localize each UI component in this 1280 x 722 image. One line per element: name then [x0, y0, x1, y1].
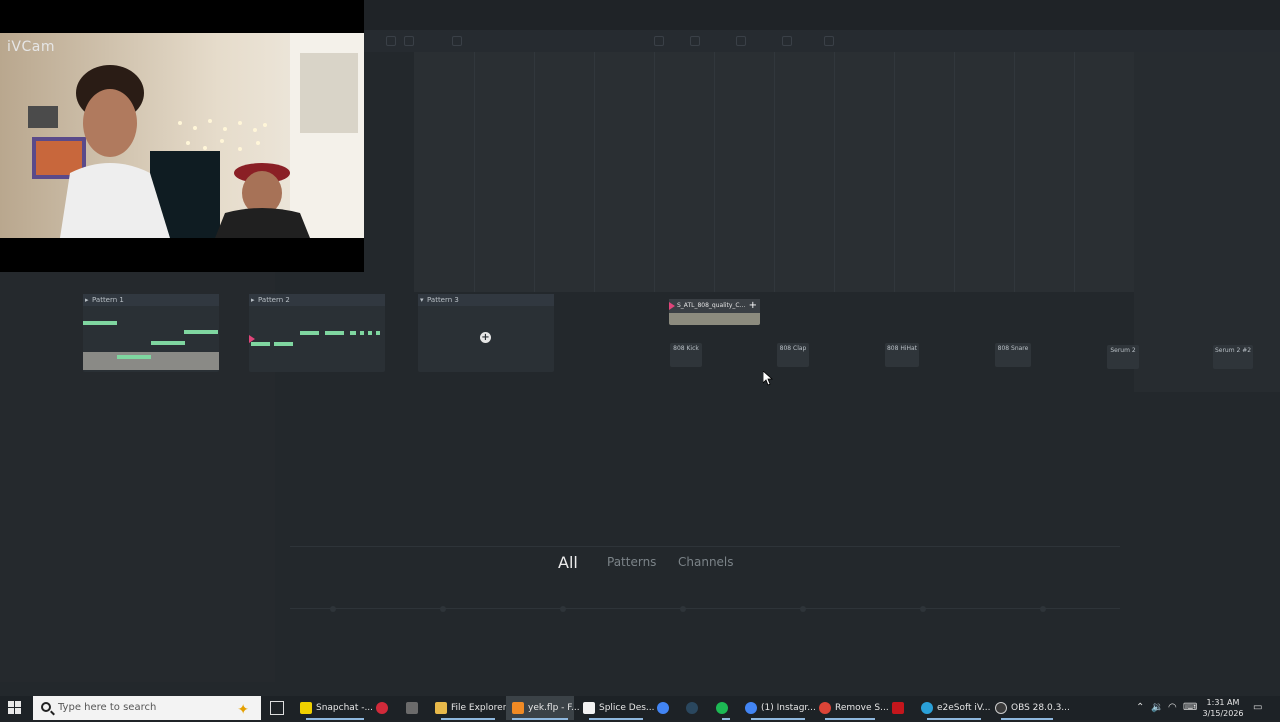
- add-icon[interactable]: +: [749, 300, 757, 312]
- windows-start-icon[interactable]: [8, 701, 22, 715]
- pattern-expand-icon: ▸: [251, 296, 255, 304]
- channel-name: 808 HiHat: [886, 345, 918, 352]
- search-placeholder: Type here to search: [58, 702, 157, 713]
- mixer-strip: [290, 608, 1120, 609]
- playhead-marker: [249, 335, 255, 343]
- channel-name: 808 Snare: [997, 345, 1029, 352]
- fl-title-bar: [364, 0, 1280, 30]
- filter-tab-patterns[interactable]: Patterns: [607, 555, 656, 569]
- toolbar-button: [386, 36, 396, 46]
- channel-tile[interactable]: 808 Kick: [670, 343, 702, 367]
- splice-icon: [583, 702, 595, 714]
- toolbar-button: [690, 36, 700, 46]
- toolbar-button: [782, 36, 792, 46]
- sparkle-icon: ✦: [237, 702, 249, 718]
- chrome-icon: [819, 702, 831, 714]
- channel-tile[interactable]: 808 HiHat: [885, 343, 919, 367]
- folder-icon: [435, 702, 447, 714]
- volume-icon[interactable]: 🔉: [1151, 696, 1163, 720]
- taskbar-clock[interactable]: 1:31 AM 3/15/2026: [1198, 696, 1248, 719]
- taskbar-app-steam[interactable]: [686, 696, 706, 720]
- ivcam-icon: [921, 702, 933, 714]
- fl-studio-icon: [512, 702, 524, 714]
- taskbar-app-minecraft[interactable]: [406, 696, 426, 720]
- channel-name: 808 Clap: [779, 345, 807, 352]
- pattern-collapse-icon: ▾: [420, 296, 424, 304]
- toolbar-button: [452, 36, 462, 46]
- toolbar-button: [404, 36, 414, 46]
- webcam-image: [0, 33, 364, 238]
- channel-tile[interactable]: 808 Clap: [777, 343, 809, 367]
- pattern-card[interactable]: Pattern 1 ▸: [83, 294, 219, 372]
- play-marker-icon: [669, 302, 675, 310]
- taskbar-app-pdf[interactable]: [892, 696, 912, 720]
- steam-icon: [686, 702, 698, 714]
- taskbar-app-chrome[interactable]: [657, 696, 677, 720]
- webcam-overlay: iVCam: [0, 0, 364, 272]
- channel-name: 808 Kick: [673, 345, 699, 352]
- recorder-icon: [376, 702, 388, 714]
- webcam-video: [0, 33, 364, 238]
- pattern-title: Pattern 1: [83, 294, 219, 306]
- pattern-card[interactable]: Pattern 2 ▸: [249, 294, 385, 372]
- obs-icon: [995, 702, 1007, 714]
- minecraft-icon: [406, 702, 418, 714]
- channel-tile[interactable]: 808 Snare: [995, 343, 1031, 367]
- keyboard-icon[interactable]: ⌨: [1183, 696, 1197, 720]
- taskbar-app-remove-bg[interactable]: Remove S...: [819, 696, 889, 720]
- channel-name: Serum 2 #2: [1214, 347, 1252, 354]
- channel-tile[interactable]: Serum 2 #2: [1213, 345, 1253, 369]
- filter-tab-all[interactable]: All: [558, 553, 578, 572]
- taskbar-app-snapchat[interactable]: Snapchat -...: [300, 696, 373, 720]
- taskbar: Type here to search ✦ Snapchat -... File…: [0, 696, 1280, 720]
- taskbar-app-instagram[interactable]: (1) Instagr...: [745, 696, 816, 720]
- taskbar-app-recorder[interactable]: [376, 696, 396, 720]
- chrome-icon: [745, 702, 757, 714]
- notification-icon[interactable]: ▭: [1253, 696, 1262, 720]
- toolbar-button: [736, 36, 746, 46]
- pattern-expand-icon: ▸: [85, 296, 89, 304]
- taskbar-app-spotify[interactable]: [716, 696, 736, 720]
- chrome-icon: [657, 702, 669, 714]
- clock-date: 3/15/2026: [1202, 709, 1244, 718]
- taskbar-app-splice[interactable]: Splice Des...: [583, 696, 655, 720]
- right-panel: [1134, 52, 1280, 392]
- plus-circle-icon[interactable]: +: [480, 332, 491, 343]
- toolbar-button: [654, 36, 664, 46]
- desktop: iVCam Pattern 1 ▸ Pattern 2 ▸ Pattern 3 …: [0, 0, 1280, 696]
- taskbar-search-input[interactable]: Type here to search ✦: [33, 696, 261, 720]
- spotify-icon: [716, 702, 728, 714]
- mixer-strip: [290, 546, 1120, 547]
- toolbar-button: [824, 36, 834, 46]
- pattern-title: Pattern 2: [249, 294, 385, 306]
- playlist-area: [414, 52, 1134, 292]
- task-view-icon[interactable]: [270, 701, 284, 715]
- pdf-icon: [892, 702, 904, 714]
- fl-toolbar: [364, 30, 1280, 52]
- search-icon: [41, 702, 51, 712]
- snapchat-icon: [300, 702, 312, 714]
- pattern-title: Pattern 3: [418, 294, 554, 306]
- taskbar-app-obs[interactable]: OBS 28.0.3...: [995, 696, 1070, 720]
- taskbar-app-fl-studio[interactable]: yek.flp - F...: [506, 696, 580, 720]
- clock-time: 1:31 AM: [1206, 698, 1240, 707]
- taskbar-app-file-explorer[interactable]: File Explorer: [435, 696, 506, 720]
- mouse-cursor-icon: [763, 371, 773, 386]
- channel-name: Serum 2: [1110, 347, 1136, 354]
- filter-tab-channels[interactable]: Channels: [678, 555, 734, 569]
- channel-tile[interactable]: Serum 2: [1107, 345, 1139, 369]
- chevron-up-icon[interactable]: ⌃: [1136, 696, 1144, 720]
- channel-name: S_ATL_808_quality_C...: [669, 299, 760, 313]
- wifi-icon[interactable]: ◠: [1168, 696, 1177, 720]
- webcam-label: iVCam: [7, 39, 55, 55]
- channel-tile-active[interactable]: S_ATL_808_quality_C... +: [669, 299, 760, 325]
- pattern-selected-highlight: [83, 352, 219, 370]
- taskbar-app-ivcam[interactable]: e2eSoft iV...: [921, 696, 991, 720]
